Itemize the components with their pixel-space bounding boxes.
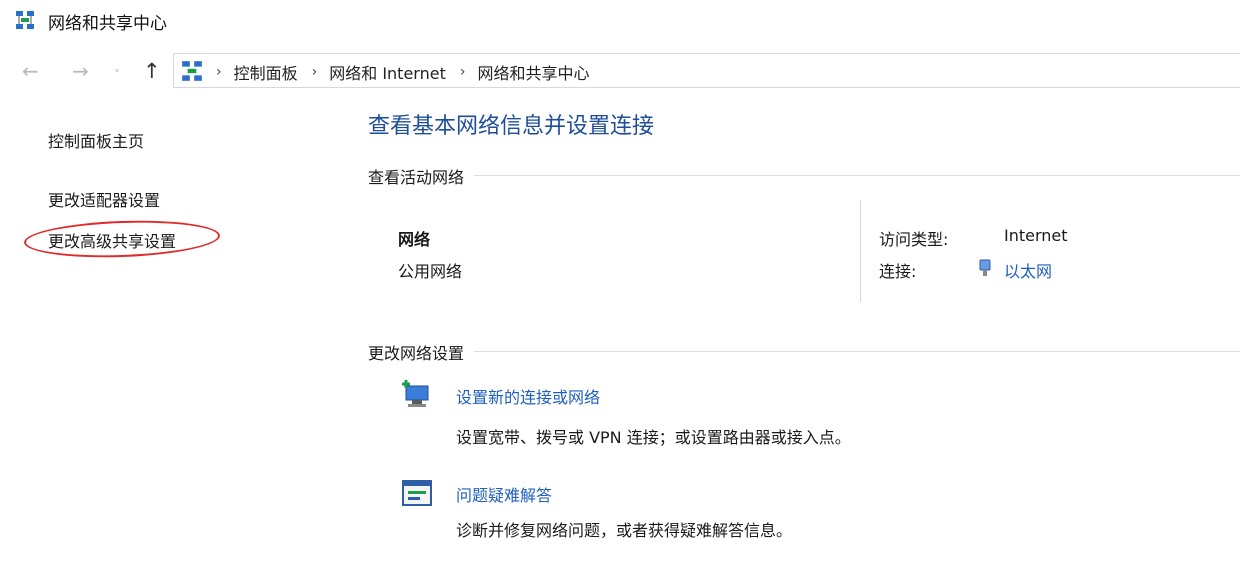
breadcrumb-control-panel[interactable]: 控制面板 (234, 60, 298, 84)
access-type-label: 访问类型: (879, 230, 949, 249)
troubleshoot-problems-description: 诊断并修复网络问题，或者获得疑难解答信息。 (456, 521, 793, 540)
back-arrow-icon[interactable]: ← (22, 60, 39, 82)
vertical-divider (860, 200, 861, 302)
breadcrumb-network-internet[interactable]: 网络和 Internet (329, 60, 446, 84)
network-type: 公用网络 (398, 262, 463, 281)
breadcrumb-chevron-icon[interactable]: › (460, 64, 466, 80)
troubleshoot-icon (402, 480, 432, 506)
active-networks-section-header: 查看活动网络 (368, 164, 1240, 187)
recent-locations-chevron-icon[interactable]: ˅ (114, 64, 120, 86)
ethernet-icon (979, 259, 991, 276)
setup-new-connection-description: 设置宽带、拨号或 VPN 连接；或设置路由器或接入点。 (456, 428, 851, 447)
setup-new-connection-link[interactable]: 设置新的连接或网络 (456, 384, 600, 408)
network-name: 网络 (398, 230, 431, 249)
change-network-settings-section-header: 更改网络设置 (368, 340, 1240, 363)
troubleshoot-problems-link[interactable]: 问题疑难解答 (456, 482, 552, 506)
section-divider (368, 351, 1240, 352)
page-title: 查看基本网络信息并设置连接 (368, 114, 655, 139)
access-type-value: Internet (1004, 226, 1068, 245)
connection-label: 连接: (879, 262, 917, 281)
network-center-icon (16, 11, 34, 29)
breadcrumb-network-sharing-center[interactable]: 网络和共享中心 (477, 60, 589, 84)
sidebar-item-control-panel-home[interactable]: 控制面板主页 (48, 128, 144, 152)
up-arrow-icon[interactable]: ↑ (143, 60, 161, 82)
navigation-bar: ← → ˅ ↑ › 控制面板 › 网络和 Internet › 网络和共享中心 (0, 52, 1240, 90)
breadcrumb-chevron-icon[interactable]: › (216, 64, 222, 80)
forward-arrow-icon[interactable]: → (72, 60, 89, 82)
title-bar: 网络和共享中心 (0, 0, 1240, 42)
section-divider (368, 175, 1240, 176)
network-center-icon (182, 61, 202, 81)
sidebar-item-change-adapter-settings[interactable]: 更改适配器设置 (48, 187, 160, 211)
section-label: 查看活动网络 (368, 168, 475, 187)
breadcrumb: › 控制面板 › 网络和 Internet › 网络和共享中心 (216, 60, 589, 84)
new-connection-icon (402, 380, 429, 407)
breadcrumb-chevron-icon[interactable]: › (312, 64, 318, 80)
window-title: 网络和共享中心 (48, 14, 167, 34)
section-label: 更改网络设置 (368, 344, 475, 363)
ethernet-connection-link[interactable]: 以太网 (1004, 258, 1052, 282)
address-bar[interactable]: › 控制面板 › 网络和 Internet › 网络和共享中心 (173, 53, 1240, 88)
highlight-annotation-oval (23, 217, 221, 261)
